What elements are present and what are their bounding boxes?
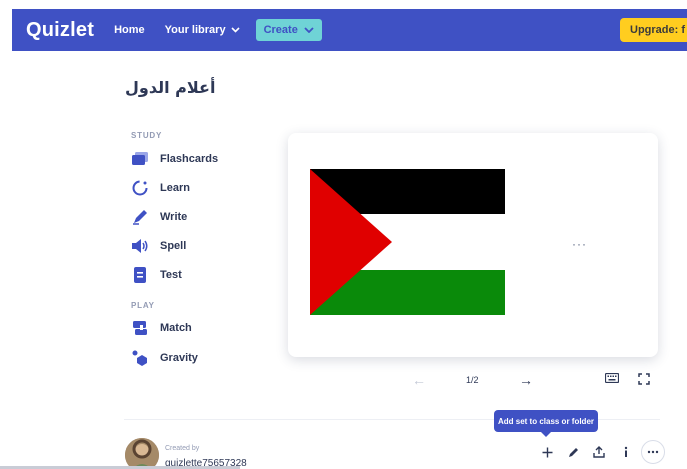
- info-button[interactable]: [615, 441, 637, 463]
- match-icon: [131, 319, 149, 337]
- play-mode-label: Gravity: [160, 352, 198, 364]
- nav-home-link[interactable]: Home: [114, 24, 145, 36]
- more-options-button[interactable]: [641, 440, 665, 464]
- info-icon: [624, 446, 628, 457]
- study-mode-learn[interactable]: Learn: [131, 179, 190, 197]
- avatar[interactable]: [125, 438, 159, 469]
- edit-button[interactable]: [562, 441, 584, 463]
- set-title: أعلام الدول: [125, 78, 216, 97]
- play-mode-gravity[interactable]: Gravity: [131, 349, 198, 367]
- write-icon: [131, 208, 149, 226]
- create-button[interactable]: Create: [255, 19, 322, 41]
- card-options-icon[interactable]: ···: [572, 237, 587, 251]
- top-navbar: Quizlet Home Your library Create Upgrade…: [12, 9, 687, 51]
- flashcard[interactable]: ···: [288, 133, 658, 357]
- nav-library-label: Your library: [164, 24, 226, 36]
- more-dots-icon: [647, 450, 659, 454]
- nav-library-dropdown[interactable]: Your library: [165, 24, 240, 36]
- share-button[interactable]: [588, 441, 610, 463]
- fullscreen-icon[interactable]: [638, 373, 650, 385]
- study-mode-label: Write: [160, 211, 188, 223]
- previous-card-arrow-icon[interactable]: ←: [412, 372, 426, 388]
- study-mode-label: Learn: [160, 182, 190, 194]
- learn-icon: [131, 179, 149, 197]
- plus-icon: [542, 447, 552, 457]
- add-to-class-button[interactable]: [536, 441, 558, 463]
- create-button-label: Create: [263, 24, 298, 36]
- created-by-label: Created by: [165, 445, 200, 452]
- play-section-label: PLAY: [131, 301, 155, 310]
- study-section-label: STUDY: [131, 131, 163, 140]
- study-mode-label: Flashcards: [160, 153, 219, 165]
- flashcards-icon: [131, 150, 149, 168]
- play-mode-label: Match: [160, 322, 192, 334]
- chevron-down-icon: [304, 27, 314, 33]
- quizlet-logo[interactable]: Quizlet: [26, 19, 94, 42]
- keyboard-shortcuts-icon[interactable]: [605, 373, 619, 383]
- upgrade-button[interactable]: Upgrade: f: [620, 18, 687, 42]
- page: Quizlet Home Your library Create Upgrade…: [0, 0, 687, 469]
- study-mode-label: Test: [160, 269, 182, 281]
- study-mode-spell[interactable]: Spell: [131, 237, 186, 255]
- study-mode-flashcards[interactable]: Flashcards: [131, 150, 218, 168]
- pencil-icon: [568, 447, 578, 457]
- next-card-arrow-icon[interactable]: →: [519, 372, 533, 388]
- play-mode-match[interactable]: Match: [131, 319, 192, 337]
- chevron-down-icon: [231, 27, 240, 33]
- share-icon: [593, 446, 605, 458]
- palestine-flag-image: [310, 169, 505, 315]
- study-mode-test[interactable]: Test: [131, 266, 182, 284]
- study-mode-write[interactable]: Write: [131, 208, 187, 226]
- spell-icon: [131, 237, 149, 255]
- card-counter: 1/2: [466, 375, 479, 385]
- add-to-class-tooltip: Add set to class or folder: [494, 410, 598, 437]
- test-icon: [131, 266, 149, 284]
- study-mode-label: Spell: [160, 240, 187, 252]
- gravity-icon: [131, 349, 149, 367]
